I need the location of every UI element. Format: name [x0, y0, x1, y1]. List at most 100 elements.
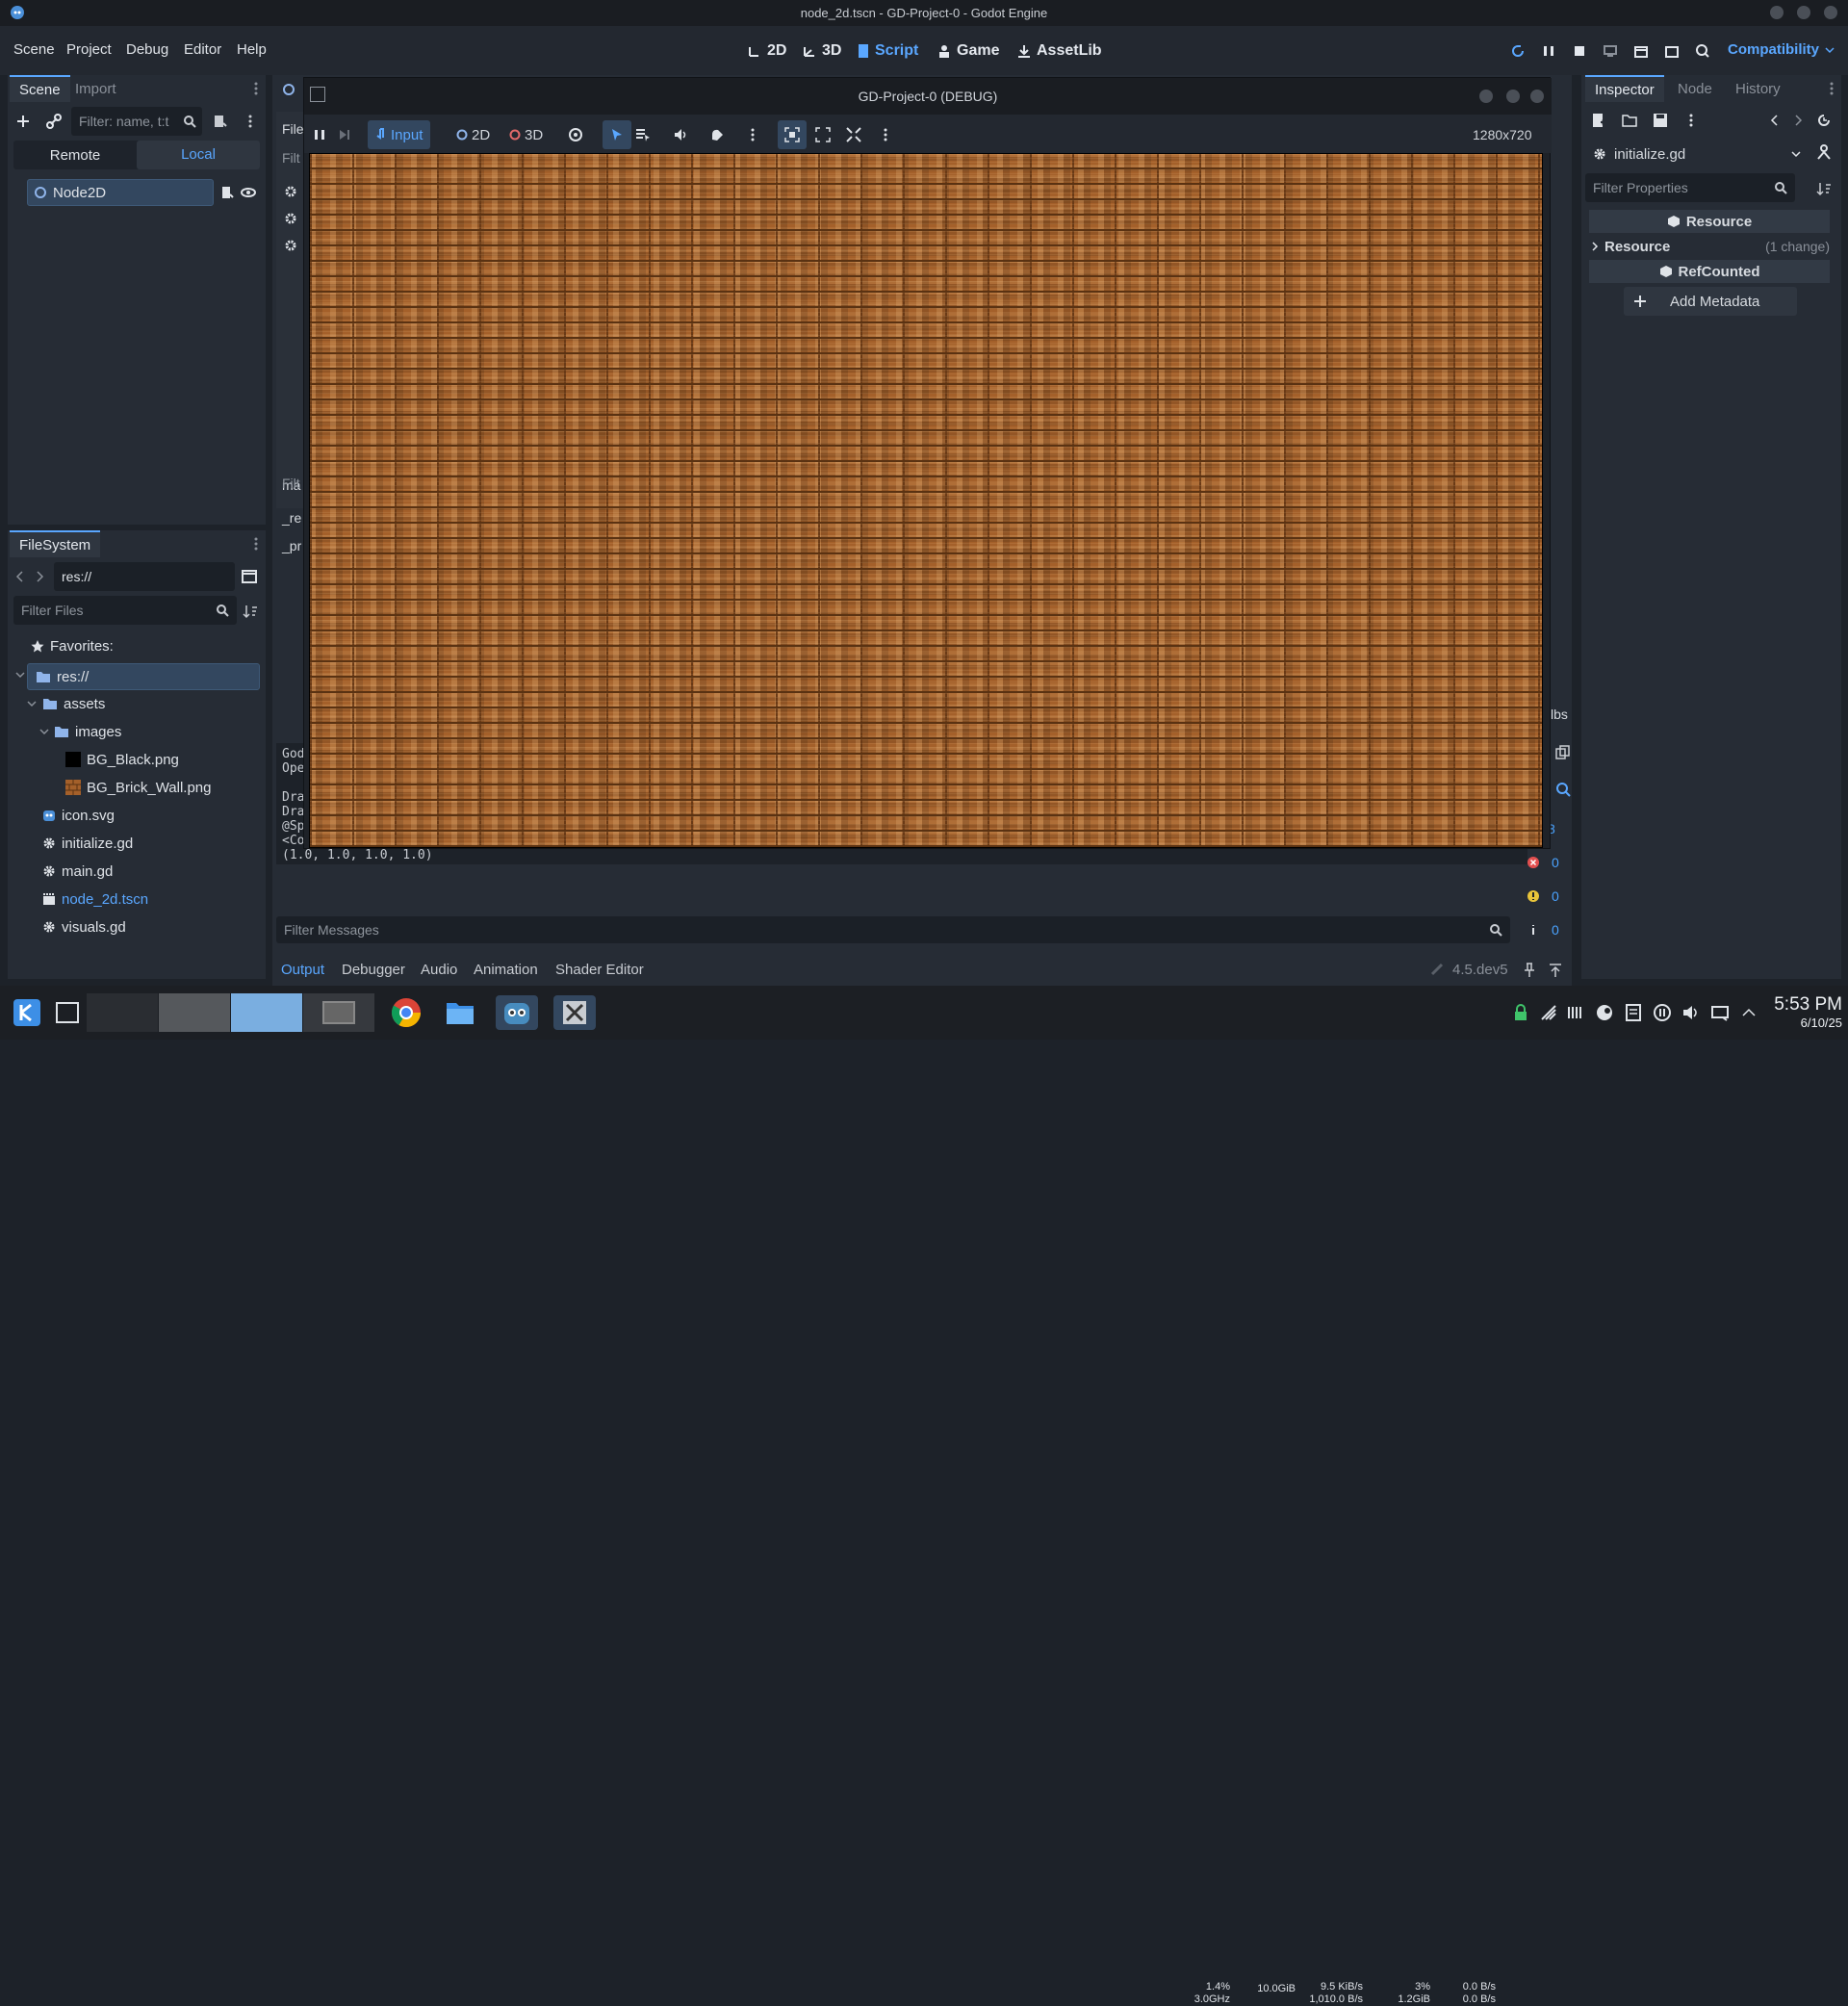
gear-icon[interactable] — [284, 239, 297, 252]
memory-monitor[interactable]: 10.0GiB — [1242, 1983, 1296, 1995]
disk-monitor[interactable]: 0.0 B/s 0.0 B/s — [1444, 1981, 1496, 2006]
menu-help[interactable]: Help — [237, 41, 267, 58]
file-item-bg-black[interactable]: BG_Black.png — [65, 748, 179, 771]
virtual-desktop-1[interactable] — [87, 993, 158, 1032]
back-icon[interactable] — [15, 571, 25, 582]
file-manager-icon[interactable] — [443, 995, 477, 1030]
main-screen-script[interactable]: Script — [857, 39, 918, 64]
game-close-button[interactable] — [1530, 90, 1544, 103]
file-item-assets[interactable]: assets — [42, 692, 105, 715]
filter-messages-input[interactable]: Filter Messages — [276, 916, 1510, 943]
maximize-button[interactable] — [1797, 6, 1810, 19]
menu-debug[interactable]: Debug — [126, 41, 168, 58]
new-resource-icon[interactable] — [1591, 113, 1606, 128]
file-item-visuals-gd[interactable]: visuals.gd — [42, 915, 126, 939]
resource-section[interactable]: Resource (1 change) — [1591, 235, 1830, 258]
favorites-item[interactable]: Favorites: — [31, 634, 114, 657]
tab-animation[interactable]: Animation — [474, 962, 538, 978]
save-icon[interactable] — [1653, 113, 1668, 128]
file-item-res[interactable]: res:// — [27, 663, 260, 690]
game-minimize-button[interactable] — [1479, 90, 1493, 103]
tab-inspector[interactable]: Inspector — [1585, 75, 1664, 102]
chevron-down-icon[interactable] — [27, 700, 37, 707]
file-item-bg-brick[interactable]: BG_Brick_Wall.png — [65, 776, 212, 799]
app-launcher-icon[interactable] — [12, 995, 42, 1030]
clock[interactable]: 5:53 PM 6/10/25 — [1761, 994, 1842, 1030]
menu-scene[interactable]: Scene — [13, 41, 55, 58]
select-3d-toggle[interactable]: 3D — [509, 124, 543, 145]
method-item-partial[interactable]: _pr — [282, 538, 301, 553]
scene-tree-root[interactable]: Node2D — [27, 179, 214, 206]
movie-maker-icon[interactable] — [1690, 39, 1715, 64]
visibility-icon[interactable] — [241, 185, 256, 200]
input-method-icon[interactable] — [1565, 995, 1586, 1030]
local-button[interactable]: Local — [137, 141, 260, 169]
play-scene-icon[interactable] — [1629, 39, 1654, 64]
filter-files-input[interactable]: Filter Files — [13, 596, 237, 625]
cpu-monitor[interactable]: 1.4% 3.0GHz — [1182, 1981, 1230, 2006]
camera-override-icon[interactable] — [709, 124, 725, 145]
virtual-desktop-2[interactable] — [159, 993, 230, 1032]
game-maximize-button[interactable] — [1506, 90, 1520, 103]
pin-icon[interactable] — [1523, 963, 1536, 978]
clipboard-icon[interactable] — [1538, 995, 1559, 1030]
virtual-desktop-3[interactable] — [231, 993, 302, 1032]
remote-button[interactable]: Remote — [13, 147, 137, 164]
network-monitor[interactable]: 9.5 KiB/s 1,010.0 B/s — [1301, 1981, 1363, 2006]
renderer-select[interactable]: Compatibility — [1728, 41, 1835, 58]
tab-node[interactable]: Node — [1668, 75, 1722, 102]
tab-output[interactable]: Output — [281, 962, 324, 978]
next-frame-icon[interactable] — [339, 124, 350, 145]
main-screen-game[interactable]: Game — [937, 39, 999, 64]
chevron-down-icon[interactable] — [39, 728, 49, 735]
file-menu-partial[interactable]: File — [282, 121, 304, 137]
brick-wall-viewport[interactable] — [309, 153, 1543, 848]
stretch-icon[interactable] — [846, 124, 861, 145]
pause-icon[interactable] — [314, 124, 325, 145]
select-2d-toggle[interactable]: 2D — [456, 124, 490, 145]
filter-properties-input[interactable]: Filter Properties — [1585, 173, 1795, 202]
stop-icon[interactable] — [1567, 39, 1592, 64]
notes-icon[interactable] — [1623, 995, 1644, 1030]
add-metadata-button[interactable]: Add Metadata — [1624, 287, 1797, 316]
visibility-icon[interactable] — [568, 124, 583, 145]
fixed-size-icon[interactable] — [778, 120, 807, 149]
show-desktop-icon[interactable] — [52, 995, 83, 1030]
inspector-options-icon[interactable] — [1689, 113, 1693, 128]
scene-filter-input[interactable]: Filter: name, t:t — [71, 107, 202, 136]
object-properties-icon[interactable] — [1816, 143, 1832, 161]
file-item-node-2d-tscn[interactable]: node_2d.tscn — [42, 887, 148, 911]
list-select-icon[interactable] — [635, 124, 651, 145]
play-custom-scene-icon[interactable] — [1659, 39, 1684, 64]
keep-aspect-icon[interactable] — [815, 124, 831, 145]
close-button[interactable] — [1824, 6, 1837, 19]
main-screen-2d[interactable]: 2D — [747, 39, 786, 64]
game-window-taskbar-icon[interactable] — [553, 995, 596, 1030]
minimize-button[interactable] — [1770, 6, 1784, 19]
lock-icon[interactable] — [1511, 995, 1530, 1030]
embed-options-icon[interactable] — [884, 124, 887, 145]
select-mode-icon[interactable] — [603, 120, 631, 149]
remote-debug-icon[interactable] — [1598, 39, 1623, 64]
forward-icon[interactable] — [35, 571, 44, 582]
gear-icon[interactable] — [284, 185, 297, 198]
volume-icon[interactable] — [1681, 995, 1702, 1030]
attach-script-icon[interactable] — [212, 114, 227, 129]
error-count[interactable]: 0 — [1519, 849, 1567, 876]
tab-import[interactable]: Import — [65, 75, 126, 102]
dock-menu-icon[interactable] — [254, 536, 258, 552]
tab-scene[interactable]: Scene — [10, 75, 70, 102]
gear-icon[interactable] — [284, 212, 297, 225]
input-toggle[interactable]: Input — [368, 120, 431, 149]
tab-filesystem[interactable]: FileSystem — [10, 530, 101, 557]
game-options-icon[interactable] — [751, 124, 755, 145]
menu-project[interactable]: Project — [66, 41, 112, 58]
file-item-main-gd[interactable]: main.gd — [42, 860, 113, 883]
dock-menu-icon[interactable] — [1830, 81, 1834, 96]
steam-icon[interactable] — [1594, 995, 1615, 1030]
script-tab-icon[interactable] — [282, 83, 295, 96]
gpu-monitor[interactable]: 3% 1.2GiB — [1376, 1981, 1430, 2006]
add-node-icon[interactable] — [15, 114, 31, 129]
layout-toggle-icon[interactable] — [242, 569, 257, 584]
dock-menu-icon[interactable] — [254, 81, 258, 96]
